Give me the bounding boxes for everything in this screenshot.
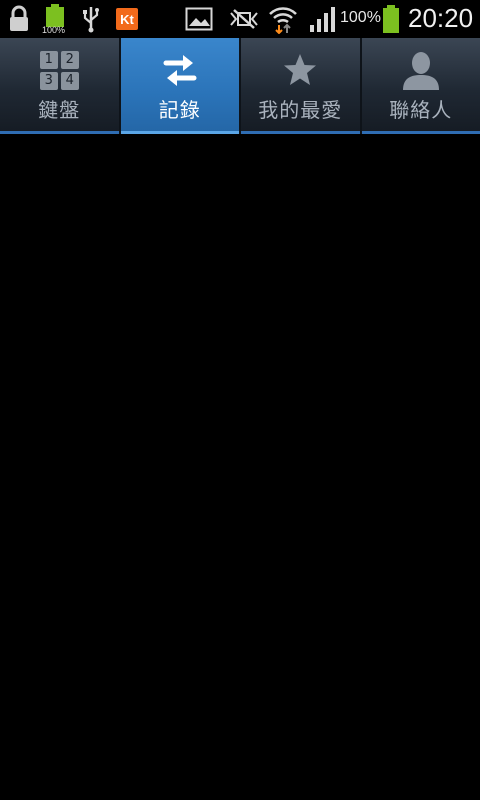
keypad-key: 3 — [39, 71, 58, 90]
tab-label: 記錄 — [158, 98, 201, 122]
battery-percent: 100% — [340, 9, 381, 26]
tab-favorites[interactable]: 我的最愛 — [241, 38, 362, 134]
usb-icon — [80, 4, 102, 34]
battery-small-label: 100% — [42, 25, 66, 35]
signal-icon — [308, 4, 338, 34]
battery-icon — [381, 4, 401, 34]
gallery-icon — [184, 4, 214, 34]
battery-small-icon: 100% — [40, 4, 70, 35]
tab-keypad[interactable]: 1 2 3 4 鍵盤 — [0, 38, 121, 134]
star-icon — [278, 50, 322, 90]
swap-arrows-icon — [158, 50, 202, 90]
kt-app-icon: Kt — [115, 4, 139, 34]
lock-icon — [6, 4, 32, 34]
clock-time: 20:20 — [408, 3, 474, 33]
status-bar: 100% Kt 100% 20:20 — [0, 0, 480, 38]
tab-contacts[interactable]: 聯絡人 — [361, 38, 480, 134]
keypad-key: 4 — [60, 71, 79, 90]
keypad-key: 1 — [39, 50, 58, 69]
log-list-area — [0, 134, 480, 800]
tab-logs[interactable]: 記錄 — [120, 38, 241, 134]
wifi-icon — [268, 4, 298, 34]
keypad-key: 2 — [60, 50, 79, 69]
tab-label: 聯絡人 — [389, 98, 453, 122]
tab-label: 鍵盤 — [38, 98, 81, 122]
person-icon — [399, 50, 443, 90]
tab-bar: 1 2 3 4 鍵盤 記錄 我的最愛 聯絡人 — [0, 38, 480, 134]
kt-app-label: Kt — [120, 11, 134, 27]
tab-label: 我的最愛 — [258, 98, 343, 122]
mute-icon — [228, 4, 260, 34]
keypad-icon: 1 2 3 4 — [37, 50, 81, 90]
